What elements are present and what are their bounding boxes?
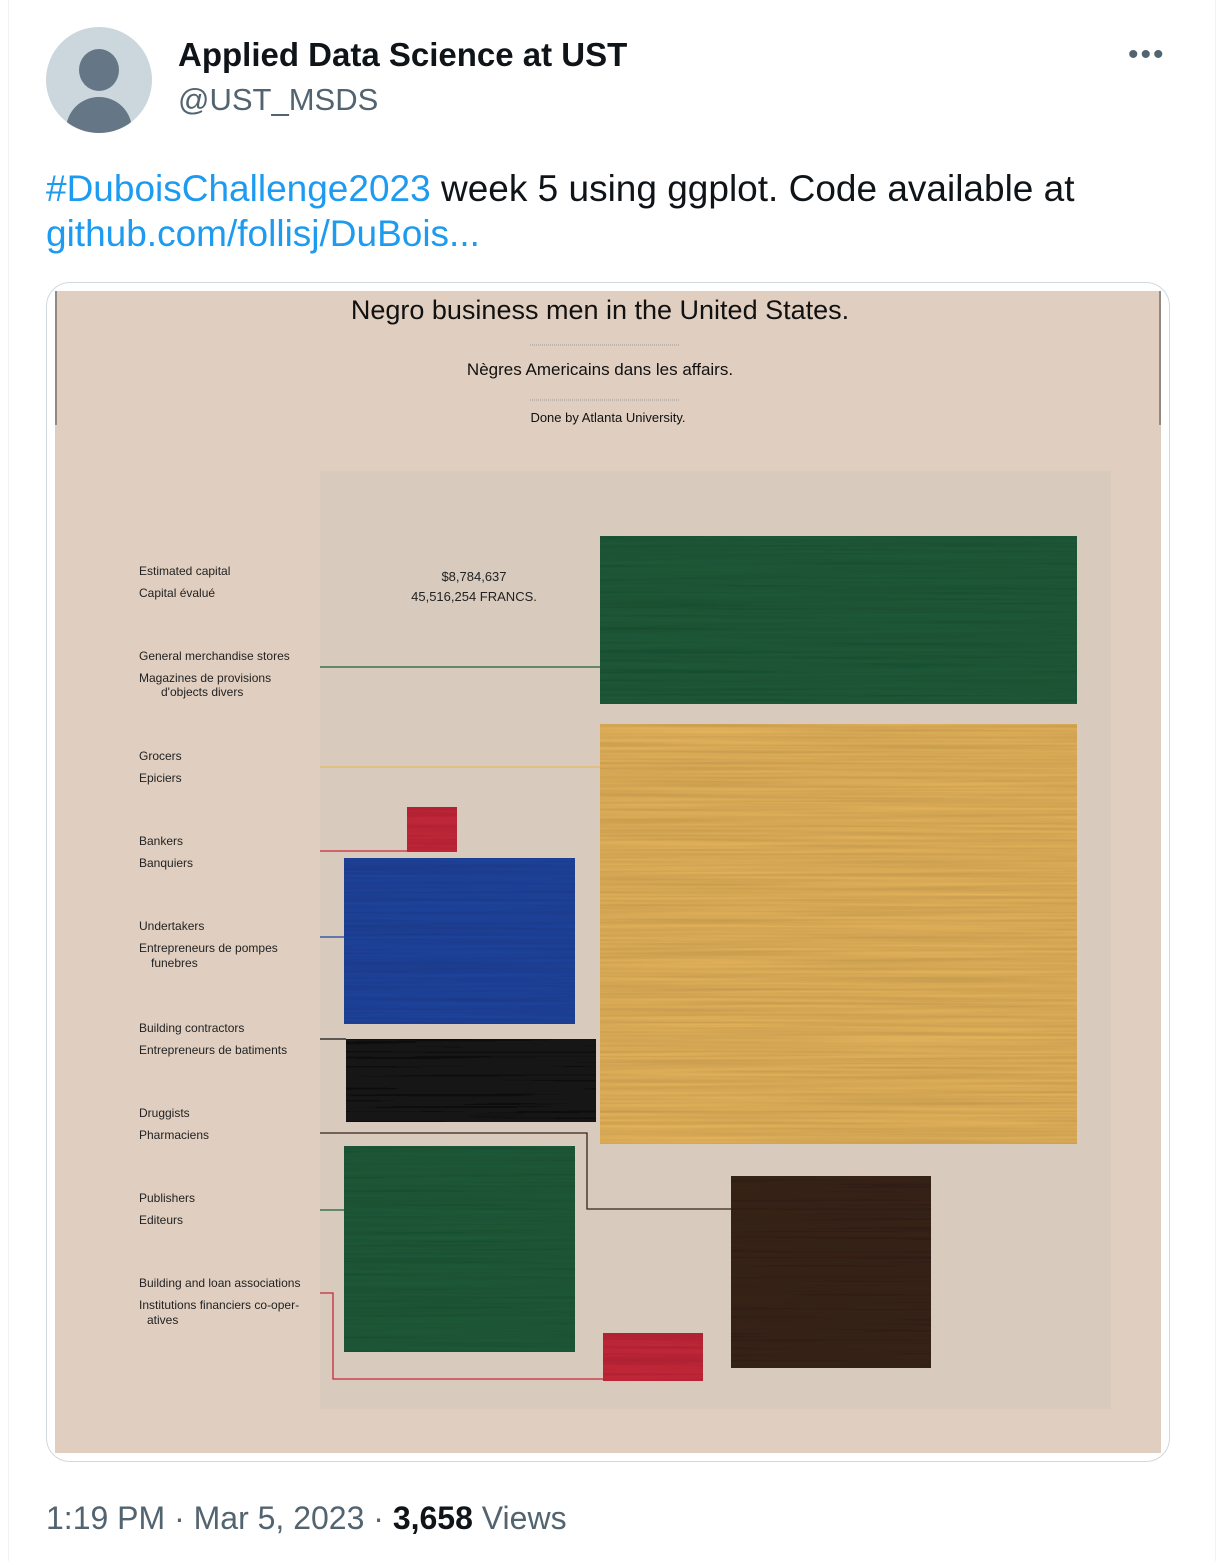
label-estimated-capital-fr: Capital évalué <box>139 586 215 600</box>
more-options-icon[interactable]: ••• <box>1128 38 1166 72</box>
tweet-media[interactable]: Negro business men in the United States.… <box>46 282 1170 1462</box>
label-building-contractors-en: Building contractors <box>139 1021 244 1035</box>
views-count: 3,658 <box>392 1500 473 1536</box>
capital-francs-label: 45,516,254 FRANCS. <box>411 589 537 604</box>
avatar-head-shape <box>79 49 119 91</box>
chart-credit: Done by Atlanta University. <box>530 410 685 425</box>
label-estimated-capital-en: Estimated capital <box>139 564 230 578</box>
label-grocers-en: Grocers <box>139 749 182 763</box>
capital-dollars-label: $8,784,637 <box>441 569 506 584</box>
views-label: Views <box>481 1500 567 1536</box>
label-druggists-fr: Pharmaciens <box>139 1128 209 1142</box>
label-building-contractors-fr: Entrepreneurs de batiments <box>139 1043 287 1057</box>
square-undertakers <box>344 858 575 1024</box>
label-building-loan-fr-2: atives <box>147 1313 178 1327</box>
label-general-merchandise-en: General merchandise stores <box>139 649 290 663</box>
square-building-contractors <box>346 1039 596 1122</box>
github-link[interactable]: github.com/follisj/DuBois... <box>46 213 480 254</box>
square-building-loan <box>603 1333 703 1381</box>
chart-svg: Negro business men in the United States.… <box>55 291 1161 1409</box>
label-druggists-en: Druggists <box>139 1106 190 1120</box>
square-bankers <box>407 807 457 852</box>
label-grocers-fr: Epiciers <box>139 771 182 785</box>
hashtag-link[interactable]: #DuboisChallenge2023 <box>46 168 431 209</box>
avatar-body-shape <box>66 97 132 133</box>
tweet-time[interactable]: 1:19 PM <box>46 1500 165 1536</box>
label-undertakers-fr-1: Entrepreneurs de pompes <box>139 941 278 955</box>
label-bankers-en: Bankers <box>139 834 183 848</box>
tweet-body-text: week 5 using ggplot. Code available at <box>430 168 1075 209</box>
chart-subtitle: Nègres Americains dans les affairs. <box>467 360 733 379</box>
square-publishers <box>344 1146 575 1352</box>
label-general-merchandise-fr-1: Magazines de provisions <box>139 671 271 685</box>
label-publishers-en: Publishers <box>139 1191 195 1205</box>
avatar[interactable] <box>46 27 152 133</box>
tweet-text: #DuboisChallenge2023 week 5 using ggplot… <box>46 166 1176 256</box>
chart-image: Negro business men in the United States.… <box>55 291 1161 1453</box>
square-general-merchandise <box>600 536 1077 704</box>
author-handle[interactable]: @UST_MSDS <box>178 82 378 118</box>
square-druggists <box>731 1176 931 1368</box>
author-display-name[interactable]: Applied Data Science at UST <box>178 36 627 74</box>
chart-title: Negro business men in the United States. <box>351 295 849 325</box>
label-undertakers-fr-2: funebres <box>151 956 198 970</box>
category-labels: Estimated capital Capital évalué General… <box>139 564 300 1327</box>
label-undertakers-en: Undertakers <box>139 919 204 933</box>
tweet-date[interactable]: Mar 5, 2023 <box>194 1500 365 1536</box>
label-building-loan-fr-1: Institutions financiers co-oper- <box>139 1298 299 1312</box>
label-building-loan-en: Building and loan associations <box>139 1276 300 1290</box>
square-grocers <box>600 724 1077 1144</box>
label-publishers-fr: Editeurs <box>139 1213 183 1227</box>
label-bankers-fr: Banquiers <box>139 856 193 870</box>
tweet-footer: 1:19 PM · Mar 5, 2023 · 3,658 Views <box>46 1500 567 1536</box>
label-general-merchandise-fr-2: d'objects divers <box>161 685 243 699</box>
